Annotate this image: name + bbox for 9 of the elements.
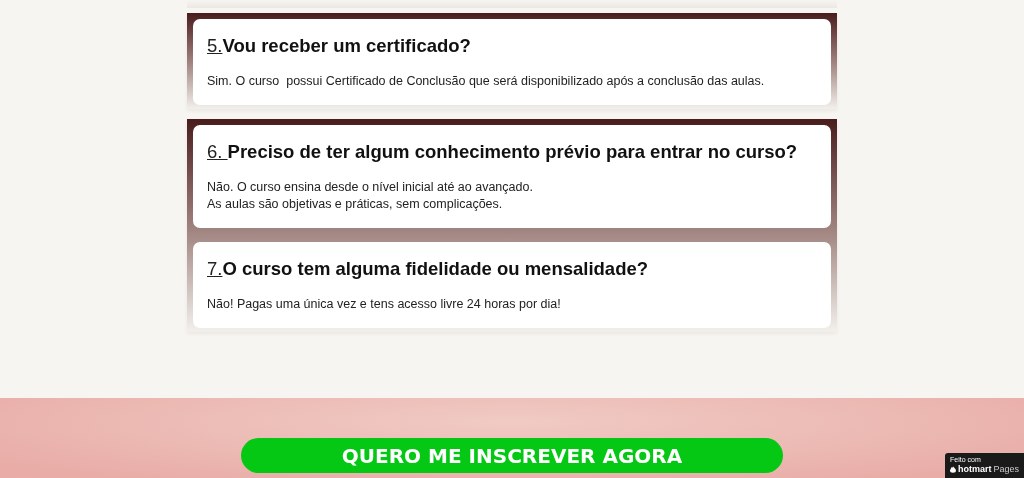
faq-question: 7.O curso tem alguma fidelidade ou mensalidade? <box>207 258 650 280</box>
faq-answer: Sim. O curso possui Certificado de Conclusão que será disponibilizado após a conclusão das aulas. <box>207 73 766 90</box>
brand-name: hotmart <box>957 464 992 474</box>
faq-question: 6. Preciso de ter algum conhecimento prévio para entrar no curso? <box>207 141 799 163</box>
faq-answer: Não! Pagas uma única vez e tens acesso livre 24 horas por dia! <box>207 296 562 313</box>
product-name: Pages <box>993 464 1019 474</box>
flame-icon <box>950 464 956 474</box>
faq-answer: Não. O curso ensina desde o nível inicial até ao avançado. As aulas são objetivas e práticas, sem complicações. <box>207 179 534 213</box>
faq-question: 5.Vou receber um certificado? <box>207 35 472 57</box>
